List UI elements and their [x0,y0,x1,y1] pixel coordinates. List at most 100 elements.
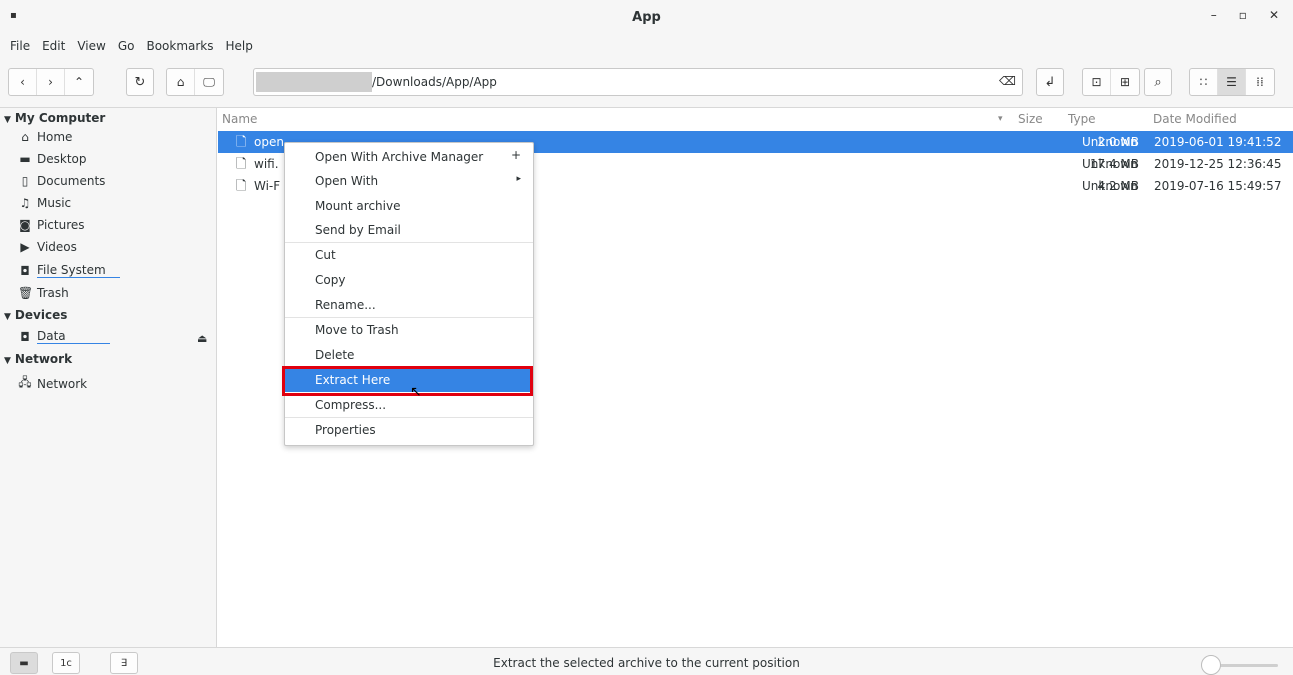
computer-button[interactable]: 🖵 [195,69,223,95]
menu-item-mount-archive[interactable]: Mount archive [285,194,533,218]
close-sidebar-button[interactable]: ∃ [110,652,138,674]
expand-arrow-icon: ▼ [4,356,11,366]
column-headers: Name ▾ Size Type Date Modified [218,108,1293,130]
app-icon: ▪ [10,10,17,21]
file-type: Unknown [1082,135,1138,149]
menu-item-open-with-archive-manager[interactable]: Open With Archive Manager + [285,145,533,169]
music-icon: ♫ [19,196,31,210]
maximize-icon[interactable]: ▫ [1239,8,1247,22]
expand-arrow-icon: ▼ [4,312,11,322]
drive-icon: ◘ [20,263,30,278]
location-group: ⌂ 🖵 [166,68,224,96]
video-icon: ▶ [20,240,30,254]
column-name[interactable]: Name [222,112,257,126]
trash-icon: 🗑 [18,286,34,300]
file-date: 2019-12-25 12:36:45 [1154,157,1282,171]
menu-edit[interactable]: Edit [36,39,71,53]
file-type: Unknown [1082,157,1138,171]
section-network[interactable]: ▼ Network [4,352,72,366]
places-toggle-button[interactable]: ▬ [10,652,38,674]
location-path: /Downloads/App/App [372,75,497,89]
section-devices[interactable]: ▼ Devices [4,308,67,322]
back-button[interactable]: ‹ [9,69,37,95]
redacted-path [256,72,372,92]
submenu-arrow-icon: ▸ [516,174,521,184]
menu-item-open-with[interactable]: Open With ▸ [285,169,533,193]
network-icon: 🖧 [18,375,32,389]
file-icon: 🗋 [236,157,247,172]
minimize-icon[interactable]: – [1211,8,1217,22]
close-icon[interactable]: ✕ [1269,8,1279,22]
view-compact-button[interactable]: ⁞⁞ [1246,69,1274,95]
menu-bookmarks[interactable]: Bookmarks [140,39,219,53]
highlight-box [282,366,533,396]
sidebar-item-pictures[interactable]: ◙ Pictures [18,218,84,232]
menu-bar: File Edit View Go Bookmarks Help [0,34,1293,58]
sidebar-item-documents[interactable]: ▯ Documents [18,174,106,188]
plus-icon: + [510,148,521,162]
column-date[interactable]: Date Modified [1153,112,1237,126]
search-button[interactable]: ⌕ [1144,68,1172,96]
menu-item-copy[interactable]: Copy [285,268,533,292]
menu-help[interactable]: Help [220,39,259,53]
sidebar-item-network[interactable]: 🖧 Network [18,373,87,394]
column-type[interactable]: Type [1068,112,1096,126]
forward-button[interactable]: › [37,69,65,95]
menu-go[interactable]: Go [112,39,141,53]
column-size[interactable]: Size [1018,112,1043,126]
window-title: App [632,9,661,25]
nav-group: ‹ › ⌃ [8,68,94,96]
up-button[interactable]: ⌃ [65,69,93,95]
menu-view[interactable]: View [71,39,111,53]
sidebar-item-desktop[interactable]: ▬ Desktop [18,152,86,166]
expand-arrow-icon: ▼ [4,115,11,125]
status-text: Extract the selected archive to the curr… [493,656,800,670]
menu-file[interactable]: File [4,39,36,53]
tree-toggle-button[interactable]: 1c [52,652,80,674]
home-icon: ⌂ [21,130,29,144]
context-menu: Open With Archive Manager + Open With ▸ Mo… [284,142,534,446]
menu-item-rename[interactable]: Rename... [285,293,533,317]
action-group: ⊡ ⊞ [1082,68,1140,96]
file-name: Wi-F [254,179,281,193]
section-my-computer[interactable]: ▼ My Computer [4,111,105,125]
menu-item-compress[interactable]: Compress... [285,393,533,417]
mouse-cursor-icon: ↖ [410,384,422,400]
file-name: open [254,135,284,149]
file-name: wifi. [254,157,279,171]
sidebar-item-file-system[interactable]: ◘ File System [18,263,120,278]
view-group: ∷ ☰ ⁞⁞ [1189,68,1275,96]
file-icon: 🗋 [236,179,247,194]
sidebar-item-videos[interactable]: ▶ Videos [18,240,77,254]
document-icon: ▯ [21,174,29,188]
file-icon: 🗋 [236,135,247,150]
window-controls: – ▫ ✕ [1211,8,1279,22]
open-terminal-button[interactable]: ↲ [1036,68,1064,96]
terminal-button[interactable]: ⊡ [1083,69,1111,95]
home-button[interactable]: ⌂ [167,69,195,95]
menu-item-delete[interactable]: Delete [285,343,533,367]
clear-location-icon[interactable]: ⌫ [999,74,1016,88]
view-list-button[interactable]: ☰ [1218,69,1246,95]
menu-item-cut[interactable]: Cut [285,243,533,267]
sidebar-item-music[interactable]: ♫ Music [18,196,72,210]
location-bar[interactable]: /Downloads/App/App ⌫ [253,68,1023,96]
eject-icon[interactable]: ⏏ [197,332,207,345]
view-icons-button[interactable]: ∷ [1190,69,1218,95]
sidebar-item-data[interactable]: ◘ Data [18,329,110,344]
menu-item-properties[interactable]: Properties [285,418,533,442]
status-bar: Extract the selected archive to the curr… [0,647,1293,675]
file-date: 2019-07-16 15:49:57 [1154,179,1282,193]
menu-item-send-by-email[interactable]: Send by Email [285,218,533,242]
title-bar: ▪ App – ▫ ✕ [0,0,1293,34]
sidebar-item-home[interactable]: ⌂ Home [18,130,72,144]
zoom-slider-track[interactable] [1218,664,1278,667]
sidebar-item-trash[interactable]: 🗑 Trash [18,286,69,300]
drive-icon: ◘ [20,329,30,344]
reload-button[interactable]: ↻ [126,68,154,96]
new-folder-button[interactable]: ⊞ [1111,69,1139,95]
menu-item-move-to-trash[interactable]: Move to Trash [285,318,533,342]
zoom-slider-handle[interactable] [1201,655,1221,675]
file-date: 2019-06-01 19:41:52 [1154,135,1282,149]
file-type: Unknown [1082,179,1138,193]
